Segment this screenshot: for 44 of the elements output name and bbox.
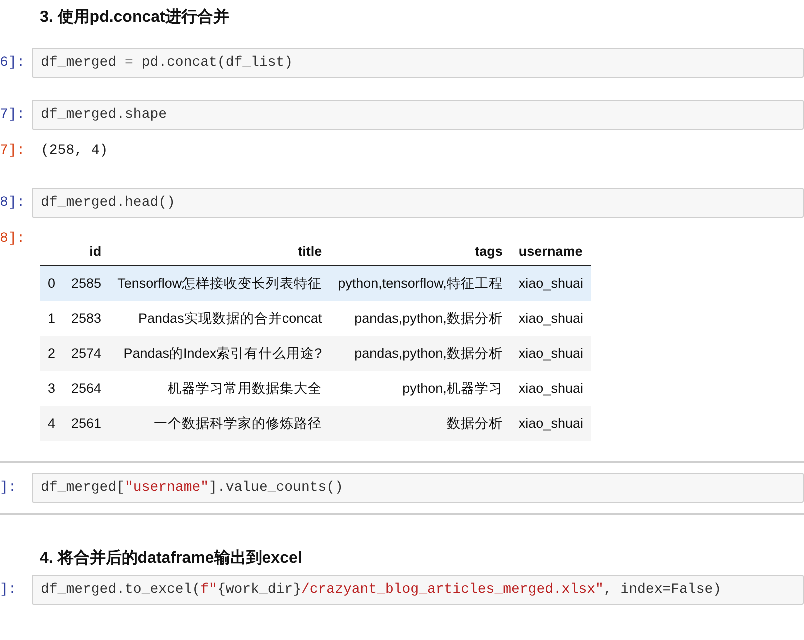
row-index: 1 xyxy=(48,311,56,326)
input-prompt: 8]: xyxy=(0,194,26,213)
table-cell: 2583 xyxy=(72,311,102,326)
table-cell: Pandas实现数据的合并concat xyxy=(138,310,322,326)
table-cell: python,tensorflow,特征工程 xyxy=(338,276,503,290)
code-input[interactable]: df_merged["username"].value_counts() xyxy=(32,473,804,503)
input-prompt: ]: xyxy=(0,479,18,498)
input-prompt: 7]: xyxy=(0,106,26,125)
row-index: 4 xyxy=(48,416,56,431)
table-cell: Tensorflow怎样接收变长列表特征 xyxy=(118,276,322,290)
code-input[interactable]: df_merged.to_excel(f"{work_dir}/crazyant_blog_articles_merged.xlsx", index=False) xyxy=(32,575,804,605)
section-heading: 4. 将合并后的dataframe输出到excel xyxy=(40,548,302,569)
output-text: (258, 4) xyxy=(40,142,108,161)
table-cell: python,机器学习 xyxy=(402,380,503,396)
input-prompt: 6]: xyxy=(0,54,26,73)
code-input[interactable]: df_merged = pd.concat(df_list) xyxy=(32,48,804,78)
column-header: id xyxy=(90,244,102,259)
table-cell: 2561 xyxy=(72,416,102,431)
table-cell: 2564 xyxy=(72,381,102,396)
table-cell: pandas,python,数据分析 xyxy=(354,346,503,360)
output-prompt: 7]: xyxy=(0,142,26,161)
table-cell: 2574 xyxy=(72,346,102,361)
code-input[interactable]: df_merged.head() xyxy=(32,188,804,218)
row-index: 0 xyxy=(48,276,56,291)
table-cell: 2585 xyxy=(72,276,102,291)
table-cell: xiao_shuai xyxy=(518,346,584,361)
input-prompt: ]: xyxy=(0,581,18,600)
table-cell: 机器学习常用数据集大全 xyxy=(168,380,322,396)
table-cell: 一个数据科学家的修炼路径 xyxy=(154,416,322,430)
table-cell: pandas,python,数据分析 xyxy=(354,310,503,326)
table-cell: Pandas的Index索引有什么用途? xyxy=(124,346,322,360)
table-cell: xiao_shuai xyxy=(518,276,584,291)
table-cell: xiao_shuai xyxy=(518,381,584,396)
table-cell: xiao_shuai xyxy=(518,311,584,326)
row-index: 3 xyxy=(48,381,56,396)
table-cell: 数据分析 xyxy=(446,416,503,430)
table-cell: xiao_shuai xyxy=(518,416,584,431)
column-header: username xyxy=(518,244,583,259)
section-heading: 3. 使用pd.concat进行合并 xyxy=(40,7,230,28)
column-header: tags xyxy=(475,244,503,259)
column-header: title xyxy=(298,244,322,259)
output-prompt: 8]: xyxy=(0,230,26,249)
code-input[interactable]: df_merged.shape xyxy=(32,100,804,130)
row-index: 2 xyxy=(48,346,56,361)
